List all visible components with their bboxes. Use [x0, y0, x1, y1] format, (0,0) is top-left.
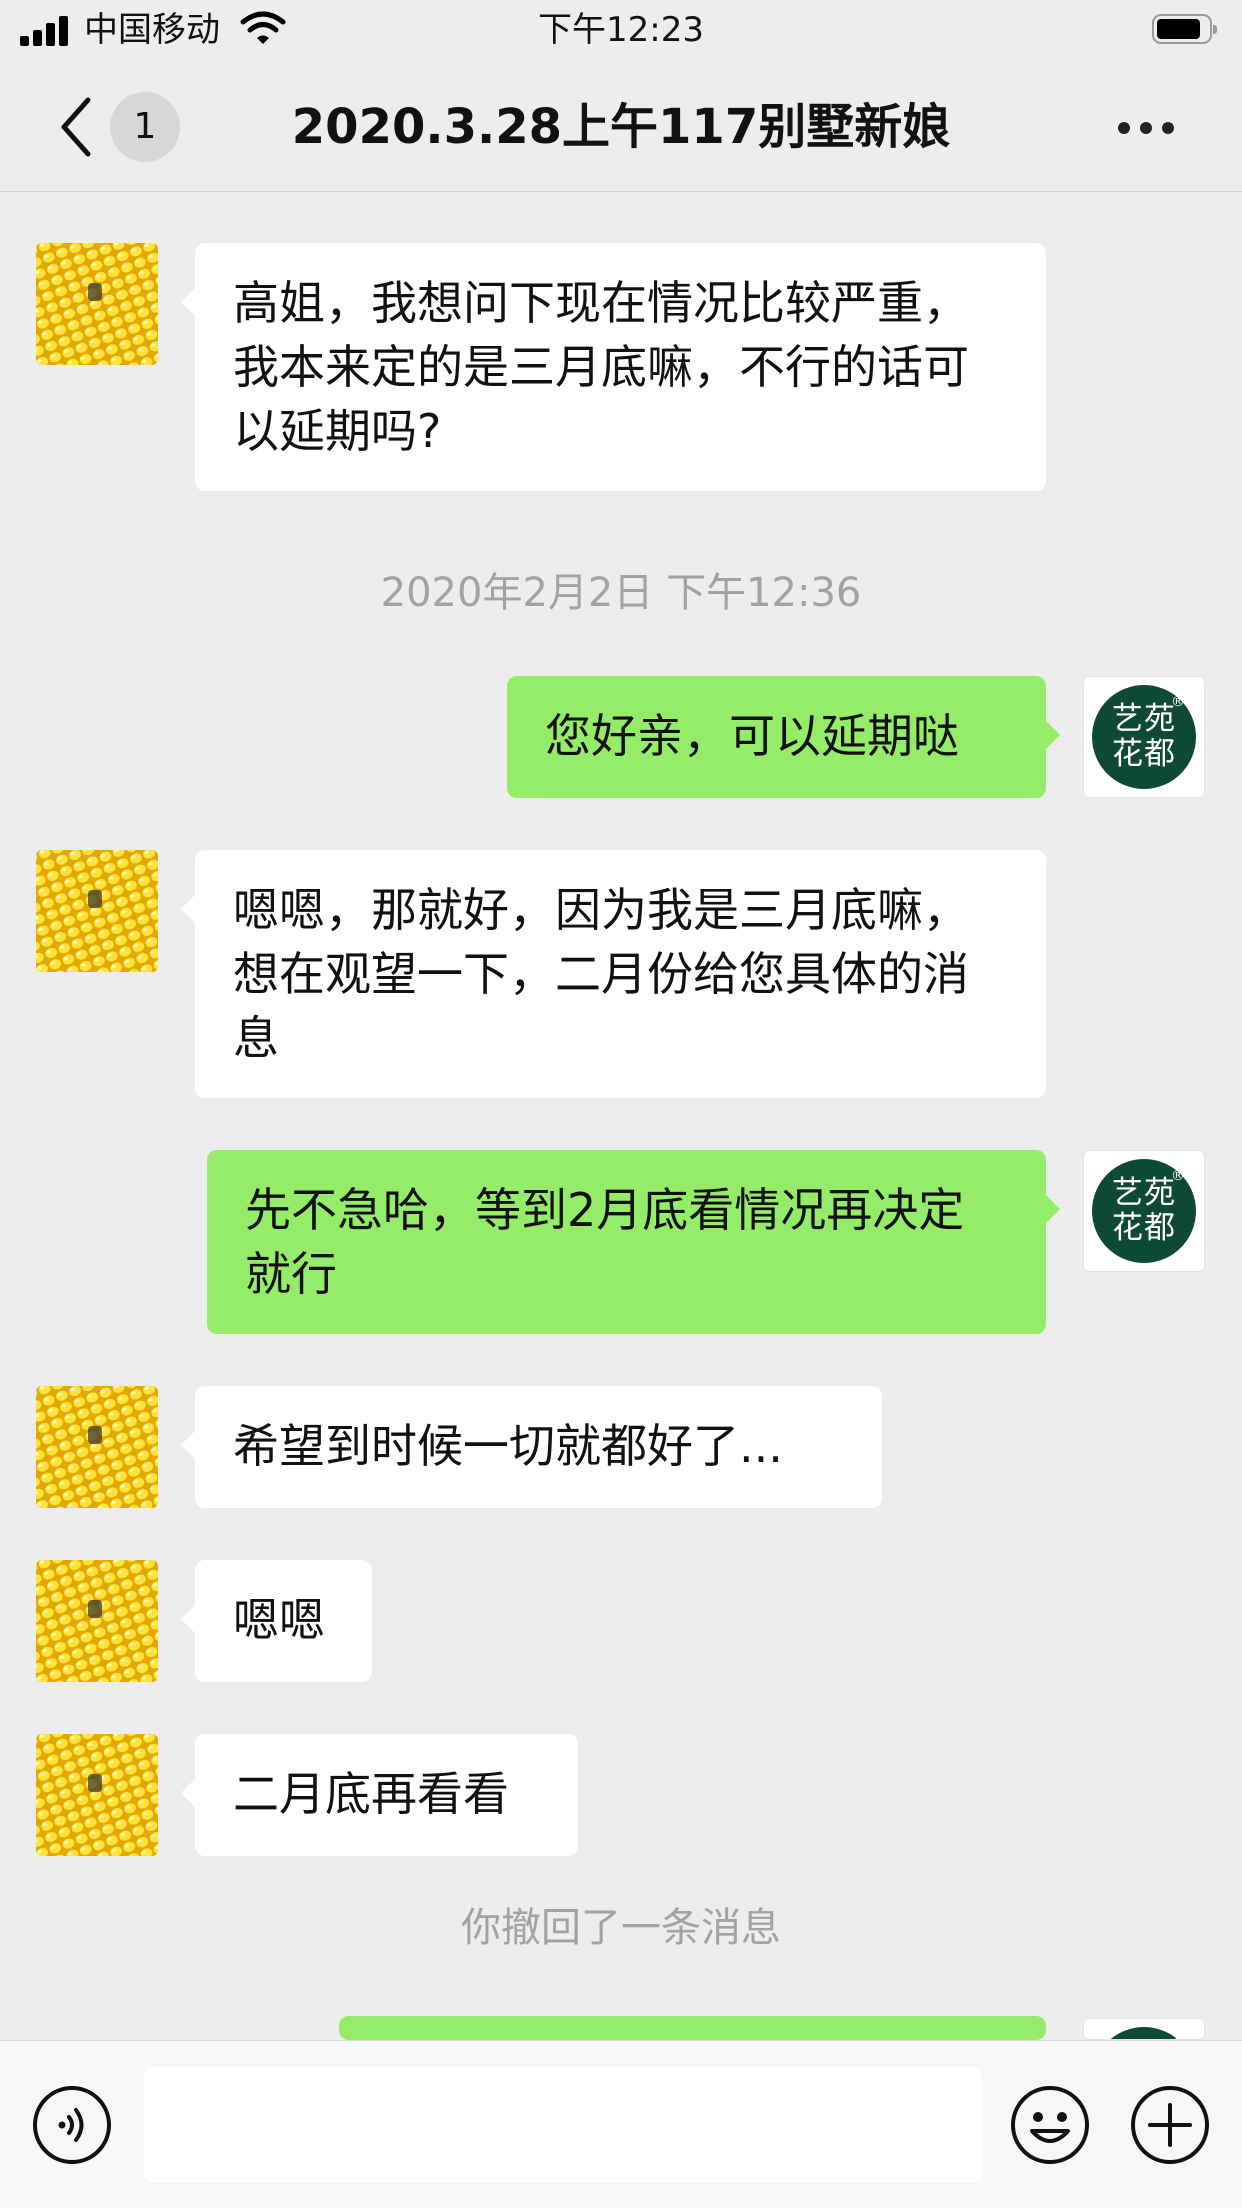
contact-avatar[interactable]	[36, 1560, 158, 1682]
contact-avatar[interactable]	[36, 243, 158, 365]
brand-logo: 艺苑 花都 ®	[1092, 685, 1196, 789]
contact-avatar[interactable]	[36, 850, 158, 972]
contact-avatar[interactable]	[36, 1386, 158, 1508]
brand-logo: 艺苑 花都 ®	[1092, 1159, 1196, 1263]
message-bubble-outgoing[interactable]: 您好亲，可以延期哒	[507, 676, 1060, 798]
message-bubble-incoming[interactable]: 希望到时候一切就都好了...	[181, 1386, 882, 1508]
brand-logo: ®	[1092, 2027, 1196, 2039]
battery-icon	[1152, 14, 1217, 44]
message-bubble-outgoing[interactable]: 先不急哈，等到2月底看情况再决定就行	[207, 1150, 1060, 1334]
input-bar	[0, 2040, 1242, 2208]
message-bubble-incoming[interactable]: 嗯嗯，那就好，因为我是三月底嘛，想在观望一下，二月份给您具体的消息	[181, 850, 1046, 1098]
plus-icon[interactable]	[1130, 2085, 1210, 2165]
message-bubble-incoming[interactable]: 二月底再看看	[181, 1734, 578, 1856]
battery-level	[1157, 19, 1200, 39]
message-bubble-incoming[interactable]: 高姐，我想问下现在情况比较严重，我本来定的是三月底嘛，不行的话可以延期吗?	[181, 243, 1046, 491]
message-bubble-outgoing[interactable]	[339, 2016, 1060, 2089]
contact-avatar[interactable]	[36, 1734, 158, 1856]
my-avatar[interactable]: 艺苑 花都 ®	[1083, 1150, 1205, 1272]
recalled-message-notice: 你撤回了一条消息	[461, 1905, 781, 1951]
registered-mark: ®	[1171, 1168, 1186, 1184]
status-bar: 中国移动 下午12:23	[0, 0, 1242, 62]
message-input[interactable]	[144, 2067, 982, 2183]
chat-title: 2020.3.28上午117别墅新娘	[291, 99, 951, 155]
timestamp-divider: 2020年2月2日 下午12:36	[380, 570, 862, 616]
my-avatar[interactable]: ®	[1083, 2018, 1205, 2040]
my-avatar[interactable]: 艺苑 花都 ®	[1083, 676, 1205, 798]
more-options-icon[interactable]	[1118, 122, 1174, 134]
message-bubble-incoming[interactable]: 嗯嗯	[181, 1560, 372, 1682]
status-time: 下午12:23	[538, 10, 704, 50]
chat-header: 1 2020.3.28上午117别墅新娘	[0, 62, 1242, 192]
voice-icon[interactable]	[32, 2085, 112, 2165]
emoji-icon[interactable]	[1010, 2085, 1090, 2165]
registered-mark: ®	[1171, 694, 1186, 710]
